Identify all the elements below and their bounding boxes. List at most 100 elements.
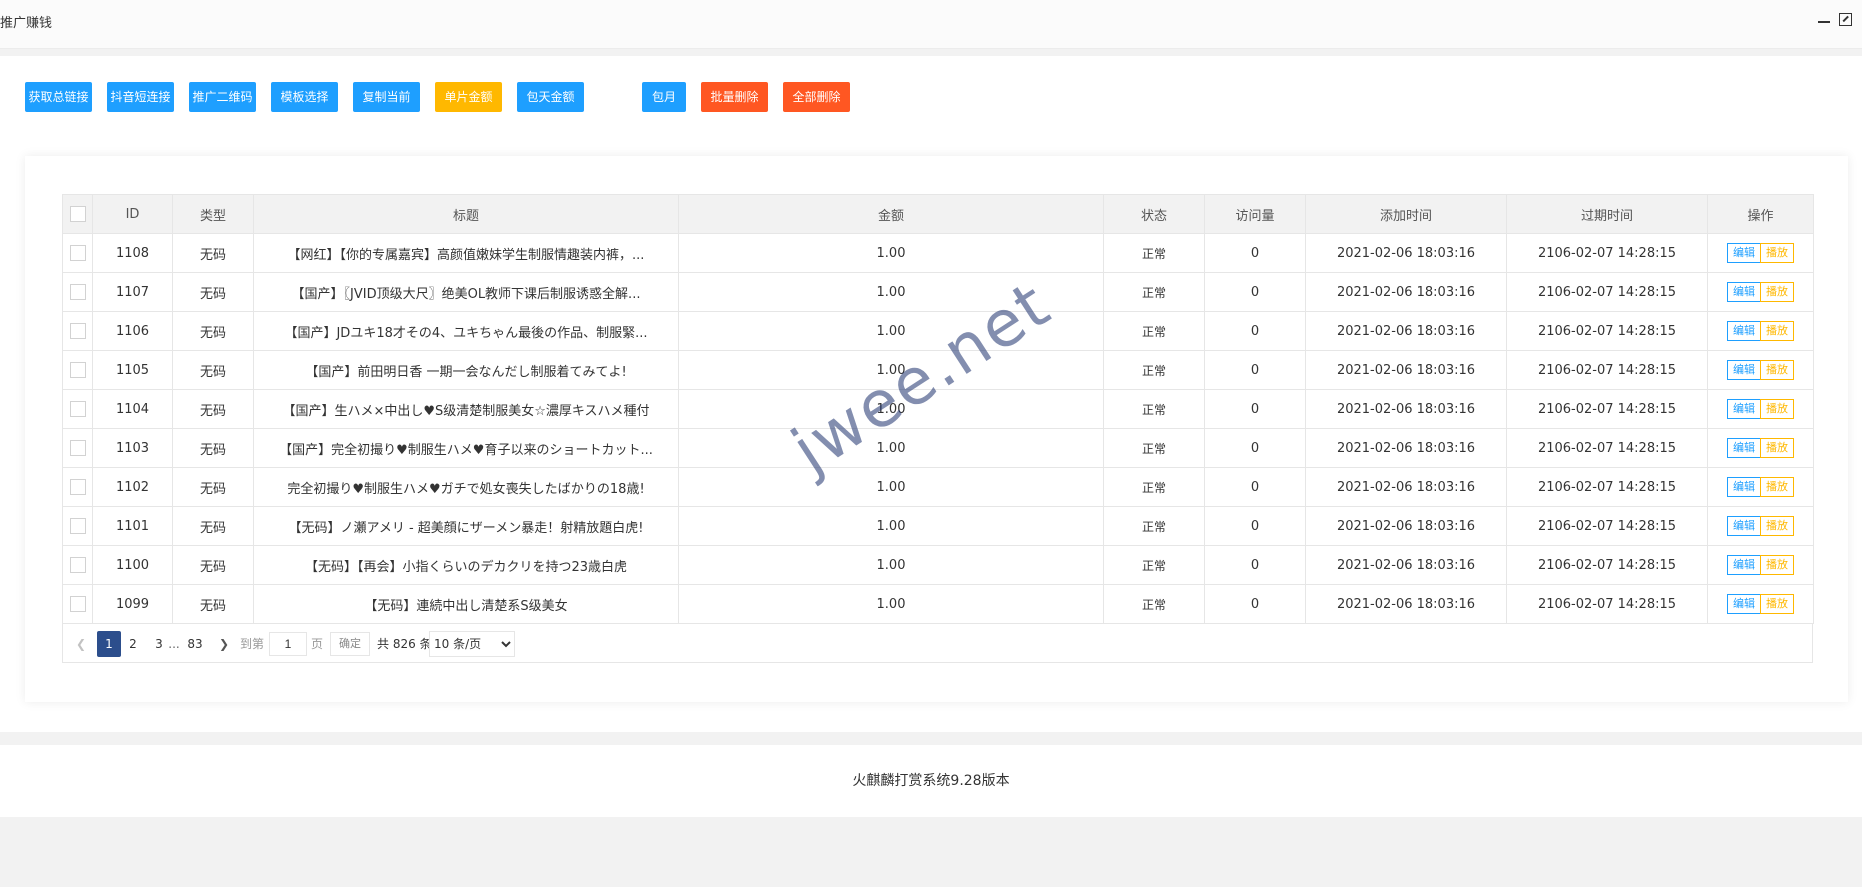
row-checkbox[interactable] [69, 401, 86, 417]
row-id: 1106 [92, 311, 173, 351]
row-id: 1107 [92, 272, 173, 312]
row-checkbox[interactable] [69, 596, 86, 612]
play-button[interactable]: 播放 [1760, 594, 1794, 614]
header-added-time[interactable]: 添加时间 [1305, 194, 1507, 234]
daily-amount-button[interactable]: 包天金额 [517, 82, 584, 112]
next-page-icon[interactable]: ❯ [212, 631, 236, 657]
table-row: 1102 无码 完全初撮り♥制服生ハメ♥ガチで処女喪失したばかりの18歳! 1.00 正… [62, 467, 1814, 507]
edit-button[interactable]: 编辑 [1727, 516, 1761, 536]
edit-button[interactable]: 编辑 [1727, 594, 1761, 614]
row-type: 无码 [172, 506, 254, 546]
data-table: ID 类型 标题 金额 状态 访问量 添加时间 过期时间 操作 1108 无码 【网… [62, 194, 1814, 624]
page-last[interactable]: 83 [183, 631, 207, 657]
select-all-cell [62, 194, 93, 234]
window-header: 推广赚钱 [0, 0, 1862, 49]
play-button[interactable]: 播放 [1760, 516, 1794, 536]
delete-all-button[interactable]: 全部删除 [783, 82, 850, 112]
maximize-icon[interactable] [1838, 12, 1854, 28]
template-select-button[interactable]: 模板选择 [271, 82, 338, 112]
table-row: 1108 无码 【网红】【你的专属嘉宾】高颜值嫩妹学生制服情趣装内裤，... 1.00… [62, 233, 1814, 273]
row-views: 0 [1204, 584, 1306, 624]
row-expire-time: 2106-02-07 14:28:15 [1506, 545, 1708, 585]
pagination: ❮ 1 2 3 ... 83 ❯ 到第 页 确定 共 826 条 10 条/页 [62, 624, 1813, 663]
row-checkbox[interactable] [69, 362, 86, 378]
edit-button[interactable]: 编辑 [1727, 555, 1761, 575]
play-button[interactable]: 播放 [1760, 555, 1794, 575]
row-select-cell [62, 233, 93, 273]
row-amount: 1.00 [678, 311, 1104, 351]
minimize-icon[interactable] [1816, 12, 1832, 28]
play-button[interactable]: 播放 [1760, 282, 1794, 302]
edit-button[interactable]: 编辑 [1727, 477, 1761, 497]
header-amount[interactable]: 金额 [678, 194, 1104, 234]
row-expire-time: 2106-02-07 14:28:15 [1506, 233, 1708, 273]
page-jump-input[interactable] [269, 632, 307, 656]
page-1[interactable]: 1 [97, 631, 121, 657]
header-id[interactable]: ID [92, 194, 173, 234]
total-count: 共 826 条 [377, 637, 432, 651]
play-button[interactable]: 播放 [1760, 477, 1794, 497]
batch-delete-button[interactable]: 批量删除 [701, 82, 768, 112]
edit-button[interactable]: 编辑 [1727, 282, 1761, 302]
row-title: 【无码】ノ瀬アメリ - 超美顔にザーメン暴走！射精放題白虎! [253, 506, 679, 546]
promo-qrcode-button[interactable]: 推广二维码 [189, 82, 256, 112]
prev-page-icon[interactable]: ❮ [69, 631, 93, 657]
row-id: 1104 [92, 389, 173, 429]
play-button[interactable]: 播放 [1760, 438, 1794, 458]
get-total-link-button[interactable]: 获取总链接 [25, 82, 92, 112]
row-checkbox[interactable] [69, 245, 86, 261]
row-checkbox[interactable] [69, 284, 86, 300]
row-added-time: 2021-02-06 18:03:16 [1305, 389, 1507, 429]
row-checkbox[interactable] [69, 479, 86, 495]
douyin-short-link-button[interactable]: 抖音短连接 [107, 82, 174, 112]
play-button[interactable]: 播放 [1760, 360, 1794, 380]
header-expire-time[interactable]: 过期时间 [1506, 194, 1708, 234]
row-added-time: 2021-02-06 18:03:16 [1305, 311, 1507, 351]
row-actions: 编辑 播放 [1707, 233, 1814, 273]
row-amount: 1.00 [678, 233, 1104, 273]
row-amount: 1.00 [678, 272, 1104, 312]
row-actions: 编辑 播放 [1707, 467, 1814, 507]
row-views: 0 [1204, 428, 1306, 468]
row-id: 1101 [92, 506, 173, 546]
copy-current-button[interactable]: 复制当前 [353, 82, 420, 112]
edit-button[interactable]: 编辑 [1727, 321, 1761, 341]
row-added-time: 2021-02-06 18:03:16 [1305, 428, 1507, 468]
play-button[interactable]: 播放 [1760, 321, 1794, 341]
edit-button[interactable]: 编辑 [1727, 360, 1761, 380]
row-amount: 1.00 [678, 389, 1104, 429]
row-added-time: 2021-02-06 18:03:16 [1305, 467, 1507, 507]
row-checkbox[interactable] [69, 557, 86, 573]
row-views: 0 [1204, 545, 1306, 585]
edit-button[interactable]: 编辑 [1727, 243, 1761, 263]
header-actions: 操作 [1707, 194, 1814, 234]
row-status: 正常 [1103, 311, 1205, 351]
row-checkbox[interactable] [69, 518, 86, 534]
page-jump-confirm-button[interactable]: 确定 [330, 632, 370, 656]
page-2[interactable]: 2 [121, 631, 145, 657]
row-title: 【国产】完全初撮り♥制服生ハメ♥育子以来のショートカット... [253, 428, 679, 468]
row-views: 0 [1204, 389, 1306, 429]
row-title: 【国产】生ハメ×中出し♥S级清楚制服美女☆濃厚キスハメ種付 [253, 389, 679, 429]
row-added-time: 2021-02-06 18:03:16 [1305, 350, 1507, 390]
row-title: 【国产】前田明日香 一期一会なんだし制服着てみてよ! [253, 350, 679, 390]
row-checkbox[interactable] [69, 323, 86, 339]
row-amount: 1.00 [678, 584, 1104, 624]
play-button[interactable]: 播放 [1760, 399, 1794, 419]
row-checkbox[interactable] [69, 440, 86, 456]
row-select-cell [62, 272, 93, 312]
monthly-button[interactable]: 包月 [642, 82, 686, 112]
row-actions: 编辑 播放 [1707, 545, 1814, 585]
header-title[interactable]: 标题 [253, 194, 679, 234]
row-select-cell [62, 506, 93, 546]
page-size-select[interactable]: 10 条/页 [429, 631, 515, 657]
header-views[interactable]: 访问量 [1204, 194, 1306, 234]
header-type[interactable]: 类型 [172, 194, 254, 234]
row-status: 正常 [1103, 350, 1205, 390]
edit-button[interactable]: 编辑 [1727, 438, 1761, 458]
play-button[interactable]: 播放 [1760, 243, 1794, 263]
single-amount-button[interactable]: 单片金额 [435, 82, 502, 112]
edit-button[interactable]: 编辑 [1727, 399, 1761, 419]
select-all-checkbox[interactable] [69, 206, 86, 222]
header-status[interactable]: 状态 [1103, 194, 1205, 234]
